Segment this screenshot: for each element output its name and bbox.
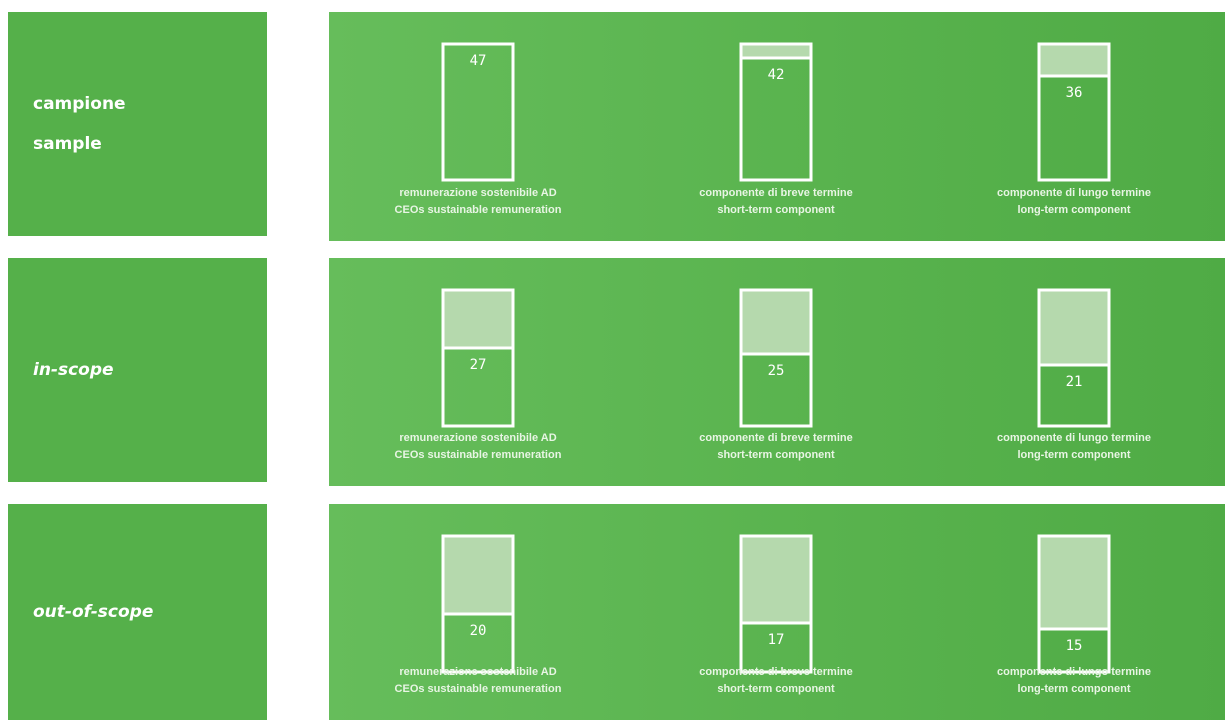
caption-english: CEOs sustainable remuneration <box>394 204 562 216</box>
bar-value-label: 15 <box>1066 638 1083 654</box>
bar-unfilled <box>1039 290 1109 365</box>
caption-italian: remunerazione sostenibile AD <box>399 666 557 678</box>
bar-caption: remunerazione sostenibile AD CEOs sustain… <box>329 430 627 464</box>
bar-value-label: 42 <box>768 67 785 83</box>
bar-caption: remunerazione sostenibile AD CEOs sustain… <box>329 664 627 698</box>
bar-value-label: 25 <box>768 363 785 379</box>
caption-english: long-term component <box>1017 449 1131 461</box>
bar-value-label: 36 <box>1066 85 1083 101</box>
caption-italian: componente di breve termine <box>699 666 853 678</box>
bar-cell: 36 componente di lungo termine long-term c… <box>925 12 1223 241</box>
bar-value-label: 21 <box>1066 374 1083 390</box>
bar-caption: componente di lungo termine long-term com… <box>925 664 1223 698</box>
caption-italian: componente di lungo termine <box>996 432 1151 444</box>
bar-unfilled <box>443 536 513 614</box>
caption-english: short-term component <box>717 449 835 461</box>
row-label-line: sample <box>33 134 102 154</box>
caption-italian: componente di breve termine <box>699 432 853 444</box>
bar-outline <box>739 42 813 182</box>
caption-english: CEOs sustainable remuneration <box>394 683 562 695</box>
caption-english: long-term component <box>1017 204 1131 216</box>
bar-caption: componente di lungo termine long-term com… <box>925 185 1223 219</box>
caption-italian: remunerazione sostenibile AD <box>399 187 557 199</box>
bar-unfilled <box>741 44 811 58</box>
caption-english: short-term component <box>717 204 835 216</box>
bar-cell: 42 componente di breve termine short-term … <box>627 12 925 241</box>
bar-value-label: 17 <box>768 632 785 648</box>
bar-caption: componente di breve termine short-term co… <box>627 185 925 219</box>
bar-caption: componente di lungo termine long-term com… <box>925 430 1223 464</box>
bar-unfilled <box>741 290 811 354</box>
bar-unfilled <box>741 536 811 623</box>
caption-english: long-term component <box>1017 683 1131 695</box>
row-label-line: campione <box>33 94 126 114</box>
caption-italian: componente di lungo termine <box>996 666 1151 678</box>
caption-italian: remunerazione sostenibile AD <box>399 432 557 444</box>
row-label-box: in-scope <box>8 258 267 482</box>
bar-cell: 25 componente di breve termine short-term … <box>627 258 925 486</box>
bar-unfilled <box>1039 536 1109 629</box>
caption-english: CEOs sustainable remuneration <box>394 449 562 461</box>
bar-unfilled <box>443 290 513 348</box>
bar-cell: 15 componente di lungo termine long-term c… <box>925 504 1223 720</box>
bar-cell: 47 remunerazione sostenibile AD CEOs susta… <box>329 12 627 241</box>
bar-value-label: 27 <box>470 357 487 373</box>
bar-unfilled <box>1039 44 1109 76</box>
chart-panel: 20 remunerazione sostenibile AD CEOs susta… <box>329 504 1225 720</box>
row-label-box: campione sample <box>8 12 267 236</box>
bar-caption: componente di breve termine short-term co… <box>627 664 925 698</box>
bar-caption: componente di breve termine short-term co… <box>627 430 925 464</box>
row-label-line: out-of-scope <box>33 602 154 622</box>
chart-panel: 47 remunerazione sostenibile AD CEOs susta… <box>329 12 1225 241</box>
bar-caption: remunerazione sostenibile AD CEOs sustain… <box>329 185 627 219</box>
caption-italian: componente di breve termine <box>699 187 853 199</box>
row-label-line: in-scope <box>33 360 114 380</box>
bar-value-label: 20 <box>470 623 487 639</box>
bar-cell: 27 remunerazione sostenibile AD CEOs susta… <box>329 258 627 486</box>
caption-italian: componente di lungo termine <box>996 187 1151 199</box>
row-label-box: out-of-scope <box>8 504 267 720</box>
bar-cell: 21 componente di lungo termine long-term c… <box>925 258 1223 486</box>
chart-panel: 27 remunerazione sostenibile AD CEOs susta… <box>329 258 1225 486</box>
bar-cell: 20 remunerazione sostenibile AD CEOs susta… <box>329 504 627 720</box>
caption-english: short-term component <box>717 683 835 695</box>
bar-value-label: 47 <box>470 53 487 69</box>
bar-cell: 17 componente di breve termine short-term … <box>627 504 925 720</box>
